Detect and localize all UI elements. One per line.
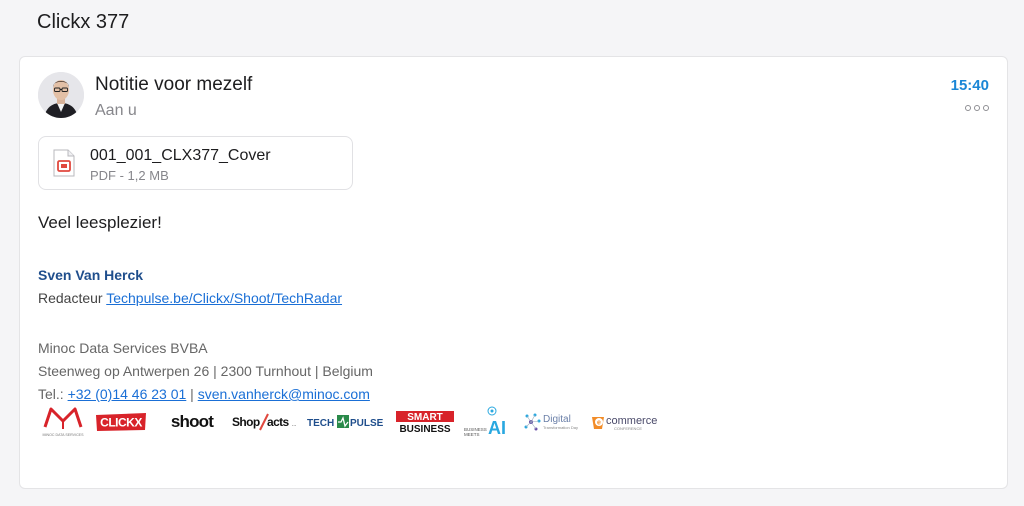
signature-phone-link[interactable]: +32 (0)14 46 23 01: [68, 386, 187, 402]
smart-business-logo: SMART BUSINESS: [394, 405, 456, 439]
signature-tel-prefix: Tel.:: [38, 386, 68, 402]
message-card: Notitie voor mezelf Aan u 15:40 001_001_…: [19, 56, 1008, 489]
business-meets-ai-logo: BUSINESS MEETS AI: [462, 405, 514, 439]
svg-text:shoot: shoot: [171, 412, 214, 431]
message-body: Veel leesplezier!: [38, 213, 162, 232]
signature-role-prefix: Redacteur: [38, 290, 107, 306]
ecommerce-conference-logo: e commerce CONFERENCE: [590, 405, 668, 439]
svg-text:CLICKX: CLICKX: [100, 416, 142, 430]
signature-name: Sven Van Herck: [38, 267, 144, 283]
more-dot: [983, 105, 989, 111]
svg-text:Digital: Digital: [543, 414, 571, 425]
attachment-card[interactable]: 001_001_CLX377_Cover PDF - 1,2 MB: [38, 136, 353, 190]
svg-text:PULSE: PULSE: [350, 418, 384, 429]
techpulse-logo: TECH PULSE: [306, 405, 386, 439]
svg-text:SMART: SMART: [407, 412, 443, 423]
digital-transformation-logo: Digital Transformation Day: [522, 405, 584, 439]
svg-text:...: ...: [292, 422, 296, 428]
message-subject: Notitie voor mezelf: [95, 74, 253, 95]
avatar[interactable]: [38, 72, 84, 118]
thread-title: Clickx 377: [37, 11, 130, 33]
svg-text:Transformation Day: Transformation Day: [543, 425, 578, 430]
svg-text:CONFERENCE: CONFERENCE: [614, 426, 642, 431]
signature-address: Steenweg op Antwerpen 26 | 2300 Turnhout…: [38, 363, 373, 379]
signature-contact: Tel.: +32 (0)14 46 23 01 | sven.vanherck…: [38, 386, 370, 402]
signature-website-link[interactable]: Techpulse.be/Clickx/Shoot/TechRadar: [106, 290, 342, 306]
message-recipient: Aan u: [95, 102, 137, 119]
signature-logos: MINOC DATA SERVICES CLICKX shoot Shop ac…: [38, 405, 678, 439]
shopfacts-logo: Shop acts ...: [230, 405, 300, 439]
signature-email-link[interactable]: sven.vanherck@minoc.com: [198, 386, 370, 402]
attachment-name: 001_001_CLX377_Cover: [90, 147, 271, 164]
svg-text:MINOC DATA SERVICES: MINOC DATA SERVICES: [43, 433, 85, 437]
message-time: 15:40: [950, 77, 989, 94]
more-dot: [965, 105, 971, 111]
signature-separator: |: [186, 386, 198, 402]
shoot-logo: shoot: [162, 405, 222, 439]
attachment-meta: PDF - 1,2 MB: [90, 168, 169, 183]
svg-text:AI: AI: [488, 418, 506, 438]
signature-role: Redacteur Techpulse.be/Clickx/Shoot/Tech…: [38, 290, 342, 306]
svg-text:MEETS: MEETS: [464, 432, 480, 437]
svg-text:TECH: TECH: [307, 418, 334, 429]
signature-company: Minoc Data Services BVBA: [38, 340, 208, 356]
minoc-logo: MINOC DATA SERVICES: [38, 405, 88, 439]
more-dot: [974, 105, 980, 111]
more-icon[interactable]: [965, 103, 989, 113]
pdf-file-icon: [53, 149, 75, 177]
svg-text:e: e: [597, 420, 601, 427]
svg-text:Shop: Shop: [232, 415, 260, 429]
svg-text:BUSINESS: BUSINESS: [399, 424, 450, 434]
svg-text:acts: acts: [267, 415, 290, 429]
clickx-logo: CLICKX: [94, 405, 148, 439]
avatar-portrait-icon: [38, 72, 84, 118]
